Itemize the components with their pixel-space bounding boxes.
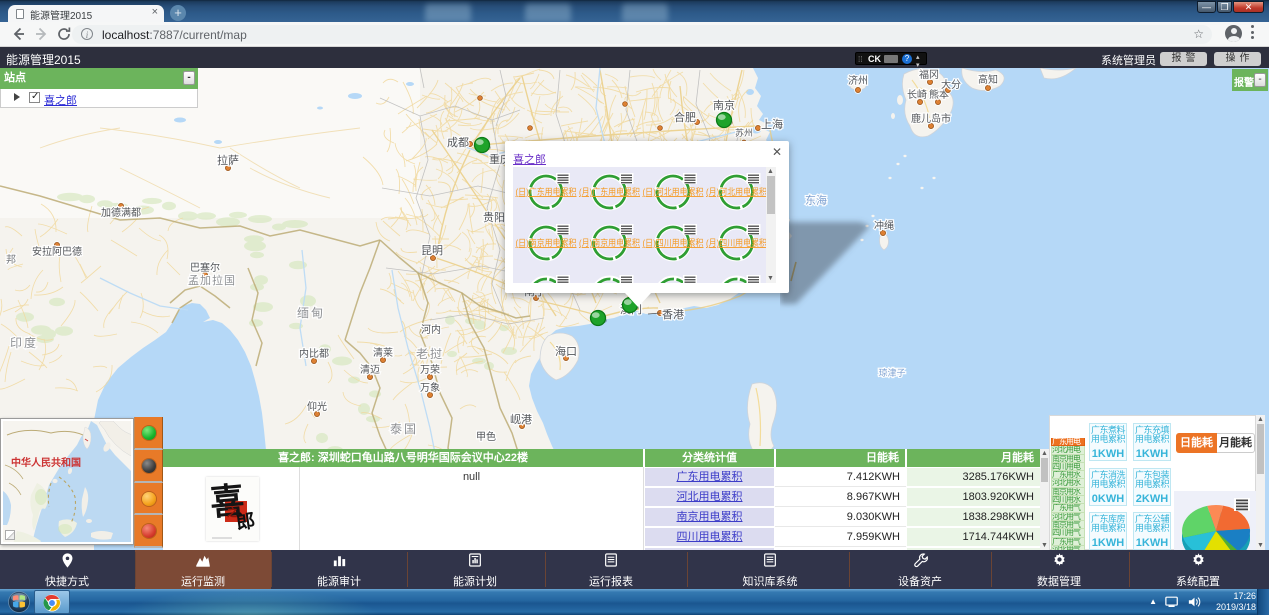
svg-text:济州: 济州 [848, 74, 868, 87]
svg-text:香港: 香港 [662, 308, 684, 321]
svg-text:贵阳: 贵阳 [483, 211, 505, 224]
svg-text:清莱: 清莱 [373, 346, 393, 359]
svg-text:鹿儿岛市: 鹿儿岛市 [911, 112, 951, 125]
svg-text:福冈: 福冈 [919, 68, 939, 81]
svg-text:(月)广东用电累积: (月)广东用电累积 [579, 186, 640, 197]
svg-text:缅甸: 缅甸 [297, 306, 325, 320]
svg-text:万象: 万象 [420, 382, 440, 394]
svg-text:邦: 邦 [6, 253, 16, 266]
svg-text:大分: 大分 [941, 78, 961, 91]
svg-text:(日)河北用电累积: (日)河北用电累积 [643, 186, 704, 197]
svg-text:苏州: 苏州 [735, 127, 753, 138]
svg-text:甲色: 甲色 [476, 430, 496, 443]
svg-text:河内: 河内 [421, 323, 441, 336]
svg-text:昆明: 昆明 [421, 244, 443, 257]
svg-text:清迈: 清迈 [360, 363, 380, 376]
svg-text:仰光: 仰光 [307, 400, 327, 413]
svg-text:(月)南京用电累积: (月)南京用电累积 [579, 237, 640, 248]
svg-text:琼津子: 琼津子 [878, 367, 905, 378]
svg-text:(日)四川用电累积: (日)四川用电累积 [643, 237, 704, 248]
svg-text:(月)河北用电累积: (月)河北用电累积 [706, 186, 766, 197]
svg-text:(日)南京用电累积: (日)南京用电累积 [516, 237, 577, 248]
svg-text:冲绳: 冲绳 [874, 219, 894, 232]
svg-text:海口: 海口 [555, 344, 577, 358]
svg-text:孟加拉国: 孟加拉国 [188, 273, 236, 287]
svg-text:上海: 上海 [761, 117, 783, 131]
svg-text:加德满都: 加德满都 [101, 206, 141, 219]
svg-text:老挝: 老挝 [416, 347, 444, 361]
svg-text:(月)四川用电累积: (月)四川用电累积 [706, 237, 766, 248]
svg-text:合肥: 合肥 [674, 110, 696, 124]
svg-text:东海: 东海 [805, 193, 827, 207]
svg-text:(日)广东用电累积: (日)广东用电累积 [516, 186, 577, 197]
svg-text:拉萨: 拉萨 [217, 153, 239, 167]
svg-text:内比都: 内比都 [299, 347, 329, 360]
svg-text:巴塞尔: 巴塞尔 [190, 261, 220, 274]
svg-text:长崎: 长崎 [907, 88, 927, 101]
svg-text:万荣: 万荣 [420, 364, 440, 376]
svg-text:高知: 高知 [978, 73, 998, 86]
svg-text:岘港: 岘港 [510, 412, 532, 426]
svg-text:成都: 成都 [447, 136, 469, 149]
svg-text:安拉阿巴德: 安拉阿巴德 [32, 245, 82, 258]
svg-text:印度: 印度 [10, 335, 38, 350]
svg-text:南京: 南京 [713, 98, 735, 112]
svg-text:泰国: 泰国 [390, 422, 418, 436]
